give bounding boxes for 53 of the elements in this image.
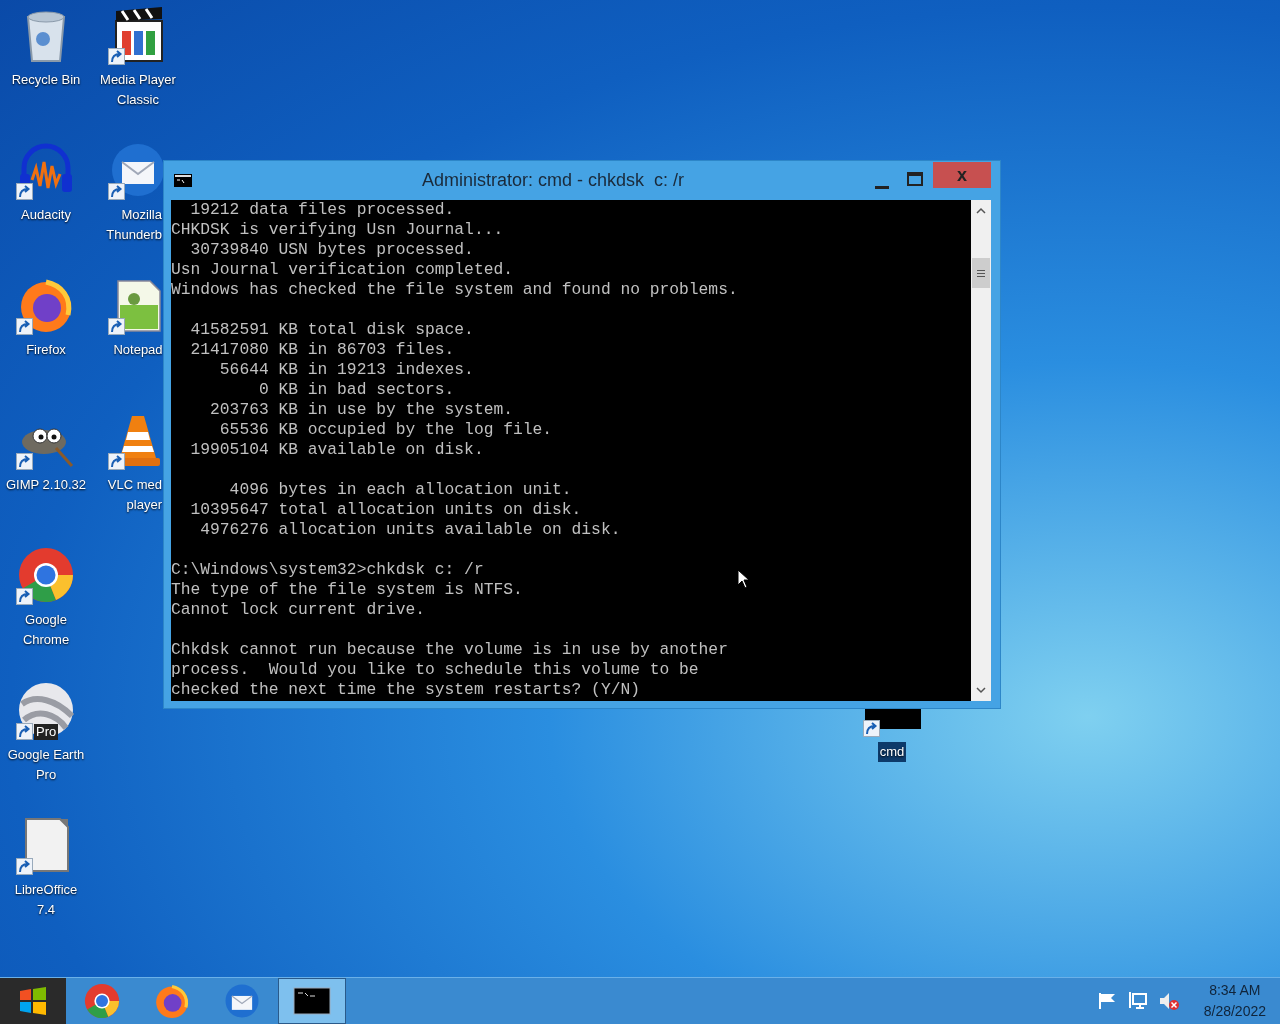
scroll-thumb[interactable] bbox=[972, 258, 990, 288]
desktop-icon-label[interactable]: Recycle Bin bbox=[11, 70, 81, 90]
console-line: The type of the file system is NTFS. bbox=[171, 580, 523, 600]
clock-time: 8:34 AM bbox=[1209, 981, 1261, 1000]
desktop-icon-label[interactable]: Google Earth Pro bbox=[7, 745, 85, 785]
console-line: Cannot lock current drive. bbox=[171, 600, 426, 620]
console-line: checked the next time the system restarts? (Y/N) bbox=[171, 680, 640, 700]
console-line: Usn Journal verification completed. bbox=[171, 260, 513, 280]
console-line: 30739840 USN bytes processed. bbox=[189, 240, 474, 260]
console-line: 4976276 allocation units available on disk. bbox=[199, 520, 621, 540]
desktop-icon-label[interactable]: GIMP 2.10.32 bbox=[6, 475, 86, 495]
console-line: Windows has checked the file system and found no problems. bbox=[171, 280, 738, 300]
close-button[interactable]: x bbox=[933, 161, 991, 188]
chrome-logo-icon bbox=[16, 545, 76, 605]
desktop-icon-label[interactable]: Google Chrome bbox=[22, 610, 70, 650]
console-app-icon bbox=[174, 174, 192, 187]
clock-date: 8/28/2022 bbox=[1203, 1002, 1266, 1021]
desktop-icon-label[interactable]: cmd bbox=[877, 742, 907, 762]
desktop-icon-label[interactable]: Notepad bbox=[113, 340, 163, 360]
console-line: 19905104 KB available on disk. bbox=[189, 440, 484, 460]
console-line: 41582591 KB total disk space. bbox=[189, 320, 474, 340]
console-line: 65536 KB occupied by the log file. bbox=[218, 420, 553, 440]
desktop-icon-label[interactable]: Media Player Classic bbox=[100, 70, 176, 110]
pro-badge: Pro bbox=[34, 724, 59, 740]
maximize-icon[interactable] bbox=[907, 171, 923, 186]
firefox-logo-icon bbox=[153, 982, 191, 1020]
network-monitor-icon[interactable] bbox=[1127, 991, 1148, 1011]
terminal-window-icon bbox=[293, 987, 331, 1015]
console-line: 203763 KB in use by the system. bbox=[209, 400, 513, 420]
console-line: C:\Windows\system32>chkdsk c: /r bbox=[171, 560, 484, 580]
chrome-logo-icon bbox=[83, 982, 121, 1020]
desktop-icon-label[interactable]: VLC med player bbox=[90, 475, 162, 515]
window-title: Administrator: cmd - chkdsk c: /r bbox=[420, 169, 686, 192]
console-line: 10395647 total allocation units on disk. bbox=[189, 500, 582, 520]
desktop-icon-label[interactable]: Firefox bbox=[26, 340, 66, 360]
console-line: 4096 bytes in each allocation unit. bbox=[228, 480, 572, 500]
windows-logo-icon bbox=[18, 987, 48, 1015]
console-line: process. Would you like to schedule this volume to be bbox=[171, 660, 699, 680]
flag-icon[interactable] bbox=[1097, 992, 1118, 1010]
start-button[interactable] bbox=[0, 978, 66, 1024]
desktop-icon-label[interactable]: Mozilla Thunderb bbox=[90, 205, 162, 245]
console-line: CHKDSK is verifying Usn Journal... bbox=[171, 220, 504, 240]
desktop-icon-label[interactable]: LibreOffice 7.4 bbox=[14, 880, 78, 920]
clock[interactable]: 8:34 AM 8/28/2022 bbox=[1203, 980, 1266, 1022]
desktop-icon-label[interactable]: Audacity bbox=[21, 205, 71, 225]
console-line: 0 KB in bad sectors. bbox=[257, 380, 455, 400]
console-line: 21417080 KB in 86703 files. bbox=[189, 340, 455, 360]
taskbar-app-button[interactable] bbox=[278, 978, 346, 1024]
mouse-pointer-icon bbox=[737, 569, 750, 589]
console-line: 19212 data files processed. bbox=[189, 200, 455, 220]
console-line: Chkdsk cannot run because the volume is in use by another bbox=[171, 640, 728, 660]
muted-speaker-icon[interactable] bbox=[1157, 991, 1180, 1011]
console-line: 56644 KB in 19213 indexes. bbox=[218, 360, 474, 380]
